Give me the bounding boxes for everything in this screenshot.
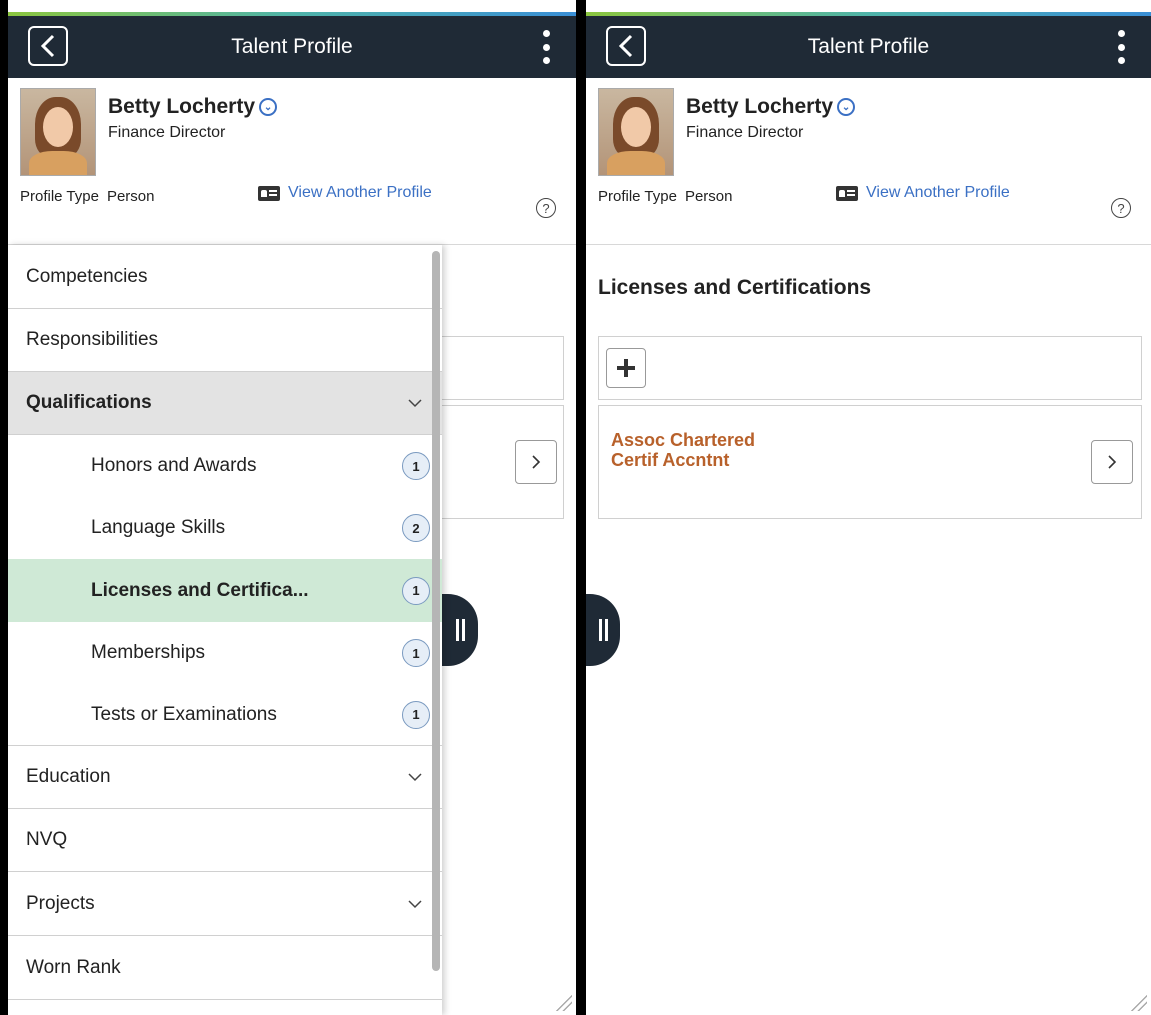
chevron-down-icon[interactable]: ⌄ xyxy=(837,98,856,116)
section-title: Licenses and Certifications xyxy=(598,276,872,299)
count-badge: 1 xyxy=(402,452,430,480)
id-card-icon xyxy=(836,185,858,201)
add-button[interactable] xyxy=(606,348,646,388)
id-card-icon xyxy=(258,185,280,201)
side-nav: Competencies Responsibilities Qualificat… xyxy=(8,245,442,1015)
count-badge: 2 xyxy=(402,514,430,542)
profile-header: Betty Locherty ⌄ Finance Director Profile… xyxy=(586,78,1151,245)
count-badge: 1 xyxy=(402,700,430,729)
nav-item-language-skills[interactable]: Language Skills 2 xyxy=(8,497,442,559)
profile-name: Betty Locherty ⌄ xyxy=(108,95,278,119)
view-another-profile-link[interactable]: View Another Profile xyxy=(836,184,1010,202)
profile-job-title: Finance Director xyxy=(686,124,804,141)
more-options-icon[interactable] xyxy=(542,30,550,64)
nav-item-education[interactable]: Education xyxy=(8,746,442,809)
left-panel: Talent Profile Betty Locherty ⌄ Finance D… xyxy=(8,0,576,1015)
count-badge: 1 xyxy=(402,576,430,605)
header-bar: Talent Profile xyxy=(8,16,576,78)
header-bar: Talent Profile xyxy=(586,16,1151,78)
chevron-down-icon xyxy=(408,399,422,408)
page-title: Talent Profile xyxy=(231,35,353,58)
profile-name: Betty Locherty ⌄ xyxy=(686,95,856,119)
chevron-right-icon xyxy=(532,455,541,469)
nav-item-responsibilities[interactable]: Responsibilities xyxy=(8,309,442,372)
nav-item-licenses-and-certifications[interactable]: Licenses and Certifica... 1 xyxy=(8,559,442,622)
resize-grip-icon[interactable] xyxy=(1131,995,1147,1011)
nav-item-worn-rank[interactable]: Worn Rank xyxy=(8,936,442,1000)
record-detail-button[interactable] xyxy=(1091,440,1133,484)
resize-grip-icon[interactable] xyxy=(556,995,572,1011)
nav-item-qualifications[interactable]: Qualifications xyxy=(8,372,442,435)
nav-item-honors-and-awards[interactable]: Honors and Awards 1 xyxy=(8,435,442,497)
profile-job-title: Finance Director xyxy=(108,124,226,141)
nav-scrollbar[interactable] xyxy=(432,251,440,971)
avatar xyxy=(598,88,674,176)
profile-type: Profile Type Person xyxy=(598,188,733,205)
nav-item-projects[interactable]: Projects xyxy=(8,872,442,936)
chevron-down-icon xyxy=(408,899,422,908)
help-icon[interactable]: ? xyxy=(1111,198,1131,218)
record-card[interactable]: Assoc Chartered Certif Accntnt xyxy=(598,405,1142,519)
page-title: Talent Profile xyxy=(807,35,930,58)
more-options-icon[interactable] xyxy=(1117,30,1125,64)
record-detail-button[interactable] xyxy=(515,440,557,484)
help-icon[interactable]: ? xyxy=(536,198,556,218)
nav-item-memberships[interactable]: Memberships 1 xyxy=(8,622,442,684)
profile-header: Betty Locherty ⌄ Finance Director Profile… xyxy=(8,78,576,245)
chevron-right-icon xyxy=(1108,455,1117,469)
chevron-down-icon xyxy=(408,773,422,782)
nav-item-competencies[interactable]: Competencies xyxy=(8,245,442,309)
nav-item-nvq[interactable]: NVQ xyxy=(8,809,442,872)
profile-type: Profile Type Person xyxy=(20,188,155,205)
count-badge: 1 xyxy=(402,639,430,667)
record-title: Assoc Chartered Certif Accntnt xyxy=(611,430,756,470)
toolbar xyxy=(598,336,1142,400)
view-another-profile-link[interactable]: View Another Profile xyxy=(258,184,432,202)
right-panel: Talent Profile Betty Locherty ⌄ Finance D… xyxy=(586,0,1151,1015)
avatar xyxy=(20,88,96,176)
drag-handle[interactable] xyxy=(442,594,478,666)
nav-item-tests-or-examinations[interactable]: Tests or Examinations 1 xyxy=(8,684,442,746)
chevron-down-icon[interactable]: ⌄ xyxy=(259,98,278,116)
drag-handle[interactable] xyxy=(586,594,620,666)
